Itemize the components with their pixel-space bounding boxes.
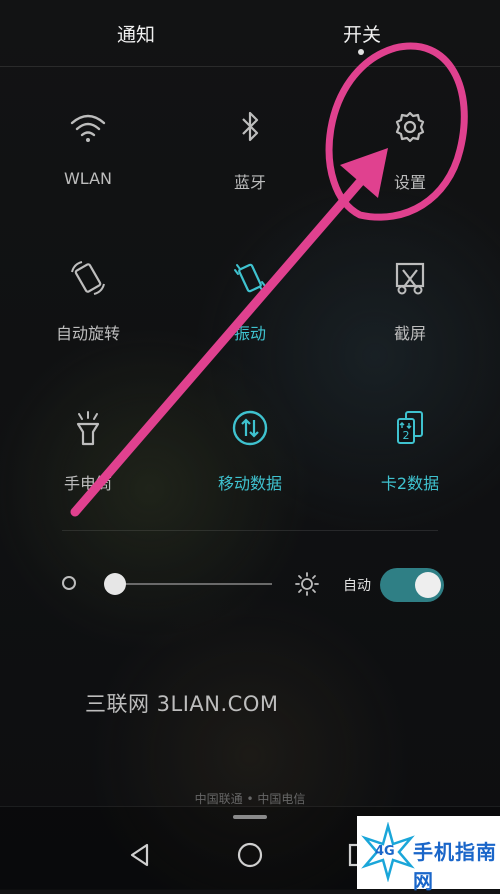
bluetooth-icon [242, 111, 259, 142]
tile-vibrate[interactable]: 振动 [180, 256, 320, 366]
tile-label: WLAN [63, 169, 112, 188]
brightness-low-icon [62, 576, 76, 590]
site-logo: 4G 手机指南网 [357, 816, 500, 893]
brightness-high-icon [295, 572, 319, 596]
tile-mobile-data[interactable]: 移动数据 [180, 406, 320, 516]
tile-settings[interactable]: 设置 [340, 105, 480, 215]
home-icon[interactable] [233, 838, 267, 872]
auto-brightness-label: 自动 [343, 578, 371, 594]
tile-wlan[interactable]: WLAN [18, 105, 158, 215]
tile-label: 设置 [393, 173, 426, 192]
tile-sim2-data[interactable]: 2 卡2数据 [340, 406, 480, 516]
active-tab-indicator [358, 49, 364, 55]
drag-handle[interactable] [233, 815, 267, 819]
screenshot-icon [395, 262, 425, 295]
tile-bluetooth[interactable]: 蓝牙 [180, 105, 320, 215]
divider [62, 530, 438, 531]
svg-text:2: 2 [403, 429, 410, 442]
mobile-data-icon [232, 410, 268, 446]
tile-label: 卡2数据 [380, 474, 440, 493]
tab-toggles[interactable]: 开关 [343, 20, 381, 47]
vibrate-icon [234, 263, 266, 293]
auto-brightness-toggle[interactable] [380, 568, 444, 602]
back-icon[interactable] [123, 838, 157, 872]
tile-label: 移动数据 [217, 474, 282, 493]
toggle-thumb [415, 572, 441, 598]
tile-label: 自动旋转 [55, 324, 120, 343]
tile-label: 蓝牙 [233, 173, 266, 192]
flashlight-icon [76, 411, 100, 446]
brightness-slider[interactable] [115, 583, 272, 585]
tile-flashlight[interactable]: 手电筒 [18, 406, 158, 516]
wifi-icon [70, 114, 106, 142]
logo-badge: 4G [375, 844, 395, 859]
gear-icon [395, 111, 425, 143]
watermark: 三联网 3LIAN.COM [85, 692, 279, 716]
logo-text: 手机指南网 [413, 840, 497, 893]
quick-panel-header: 通知 开关 [0, 0, 500, 67]
tile-label: 手电筒 [63, 474, 112, 493]
tile-screenshot[interactable]: 截屏 [340, 256, 480, 366]
brightness-slider-thumb[interactable] [104, 573, 126, 595]
tab-notifications[interactable]: 通知 [117, 20, 155, 47]
tile-label: 截屏 [393, 324, 426, 343]
tile-label: 振动 [233, 324, 266, 343]
sim2-data-icon: 2 [397, 411, 423, 444]
tile-auto-rotate[interactable]: 自动旋转 [18, 256, 158, 366]
carrier-text: 中国联通 • 中国电信 [194, 792, 306, 806]
auto-rotate-icon [71, 261, 105, 295]
